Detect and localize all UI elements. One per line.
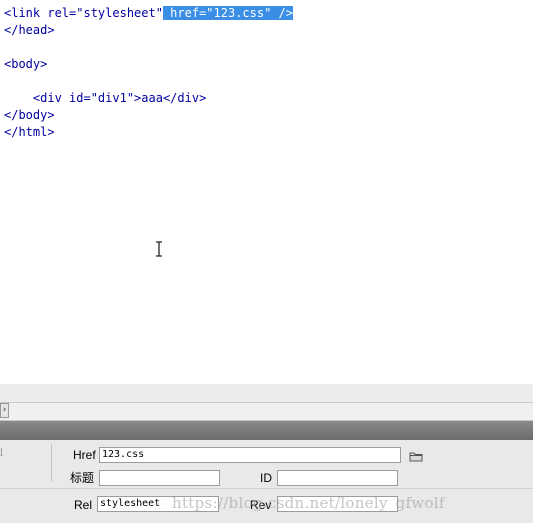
- code-line-link: <link rel="stylesheet" href="123.css" />: [4, 5, 293, 21]
- href-label: Href: [73, 448, 96, 462]
- title-label: 标题: [70, 471, 95, 485]
- text-cursor-icon: [156, 241, 162, 257]
- code-line-head-close: </head>: [4, 23, 55, 37]
- horizontal-scrollbar[interactable]: ›: [0, 402, 533, 421]
- rel-label: Rel: [74, 498, 93, 512]
- code-line-html-close: </html>: [4, 125, 55, 139]
- code-line-div: <div id="div1">aaa</div>: [4, 91, 207, 105]
- code-editor[interactable]: <link rel="stylesheet" href="123.css" />…: [0, 0, 533, 384]
- editor-gutter-area: [0, 384, 533, 402]
- code-line-body-open: <body>: [4, 57, 48, 71]
- properties-panel-header[interactable]: [0, 421, 533, 440]
- selected-text: href="123.css" />: [162, 6, 293, 20]
- title-input[interactable]: [99, 470, 220, 486]
- panel-divider: [51, 444, 52, 482]
- panel-edge-glyph: ⁞: [0, 448, 3, 459]
- scroll-arrow-icon[interactable]: ›: [0, 403, 9, 418]
- folder-icon[interactable]: [409, 450, 423, 462]
- panel-row-divider: [0, 488, 533, 489]
- code-text: <link rel="stylesheet": [4, 6, 163, 20]
- watermark: https://blog.csdn.net/lonely_gfwolf: [172, 494, 445, 512]
- id-input[interactable]: [277, 470, 398, 486]
- href-input[interactable]: 123.css: [99, 447, 401, 463]
- code-line-body-close: </body>: [4, 108, 55, 122]
- id-label: ID: [260, 471, 272, 485]
